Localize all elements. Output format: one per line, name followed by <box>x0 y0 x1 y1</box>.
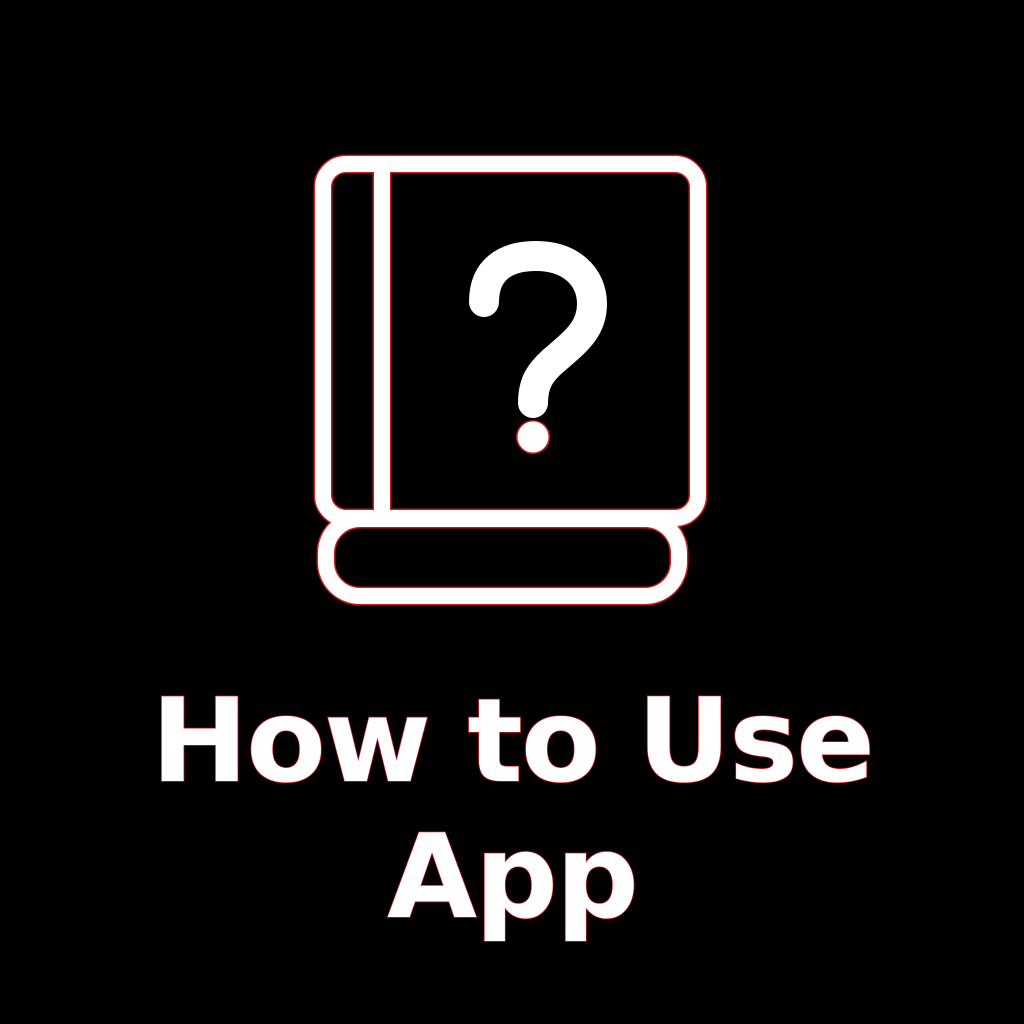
tile-label-line-2: App <box>386 810 639 945</box>
how-to-use-app-tile[interactable]: How to Use App <box>0 0 1024 1024</box>
tile-label-line-1: How to Use <box>150 674 875 809</box>
